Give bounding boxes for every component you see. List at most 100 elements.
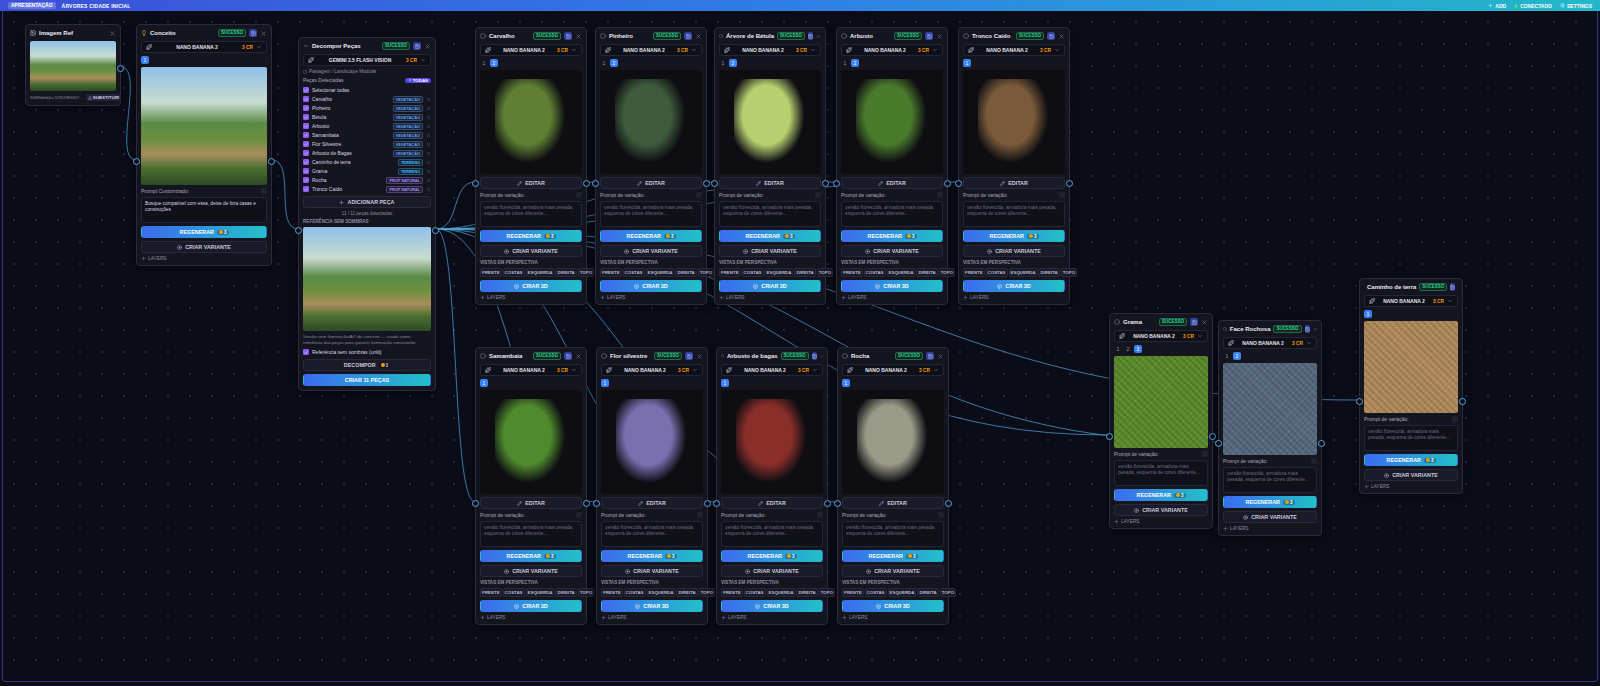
- version-tab[interactable]: 1: [480, 379, 488, 387]
- create-pieces-button[interactable]: CRIAR 11 PEÇAS: [303, 374, 431, 386]
- create-variant-button[interactable]: CRIAR VARIANTE: [1364, 469, 1458, 481]
- input-port[interactable]: [833, 180, 840, 187]
- view-button[interactable]: FRENTE: [841, 268, 863, 277]
- output-port[interactable]: [824, 500, 831, 507]
- prompt-input[interactable]: versão florescida, armadura mais pesada,…: [719, 201, 821, 227]
- layers-link[interactable]: LAYERS: [963, 295, 1065, 300]
- close-icon[interactable]: [936, 33, 943, 40]
- input-port[interactable]: [711, 180, 718, 187]
- close-icon[interactable]: [820, 353, 823, 360]
- checkbox[interactable]: [303, 150, 309, 156]
- create-variant-button[interactable]: CRIAR VARIANTE: [601, 565, 703, 577]
- create-variant-button[interactable]: CRIAR VARIANTE: [1114, 504, 1208, 516]
- piece-row[interactable]: Tronco CaídoPROP NATURAL: [303, 185, 431, 193]
- expand-icon[interactable]: [815, 192, 821, 198]
- view-button[interactable]: ESQUERDA: [765, 268, 794, 277]
- preview-button[interactable]: [808, 32, 813, 40]
- regenerate-button[interactable]: REGENERAR3: [1114, 489, 1208, 501]
- edit-button[interactable]: EDITAR: [719, 177, 821, 189]
- version-tab[interactable]: 1: [842, 379, 850, 387]
- unlit-option[interactable]: Referência sem sombras (unlit): [303, 348, 431, 356]
- view-button[interactable]: COSTAS: [986, 268, 1008, 277]
- preview-button[interactable]: [925, 32, 933, 40]
- piece-node[interactable]: RochaSUCESSONANO BANANA 23 CR1EDITARProm…: [837, 347, 949, 625]
- version-tab[interactable]: 1: [1223, 352, 1231, 360]
- output-port[interactable]: [944, 180, 951, 187]
- view-button[interactable]: TOPO: [819, 588, 835, 597]
- view-button[interactable]: ESQUERDA: [646, 268, 675, 277]
- create-3d-button[interactable]: CRIAR 3D: [841, 280, 943, 292]
- top-action[interactable]: SETTINGS: [1560, 3, 1592, 9]
- view-button[interactable]: COSTAS: [742, 268, 764, 277]
- prompt-input[interactable]: versão florescida, armadura mais pesada,…: [600, 201, 702, 227]
- select-all-pill[interactable]: TODAS: [405, 78, 431, 83]
- version-tab[interactable]: 1: [721, 379, 729, 387]
- select-icon[interactable]: [600, 33, 606, 39]
- model-select[interactable]: NANO BANANA 23 CR: [719, 44, 821, 56]
- close-icon[interactable]: [424, 43, 431, 50]
- version-tab[interactable]: 2: [851, 59, 859, 67]
- edit-button[interactable]: EDITAR: [841, 177, 943, 189]
- close-icon[interactable]: [1313, 326, 1317, 333]
- select-icon[interactable]: [601, 353, 607, 359]
- select-icon[interactable]: [963, 33, 969, 39]
- input-port[interactable]: [472, 500, 479, 507]
- select-icon[interactable]: [721, 353, 724, 359]
- model-select[interactable]: NANO BANANA 23 CR: [1223, 337, 1317, 349]
- piece-row[interactable]: BétulaVEGETAÇÃO: [303, 113, 431, 121]
- node-header[interactable]: Flor silvestreSUCESSO: [601, 351, 703, 361]
- create-variant-button[interactable]: CRIAR VARIANTE: [841, 245, 943, 257]
- create-variant-button[interactable]: CRIAR VARIANTE: [842, 565, 944, 577]
- version-tab[interactable]: 1: [719, 59, 727, 67]
- layers-link[interactable]: LAYERS: [1114, 519, 1208, 524]
- remove-icon[interactable]: [426, 142, 431, 147]
- prompt-input[interactable]: versão florescida, armadura mais pesada,…: [842, 521, 944, 547]
- create-3d-button[interactable]: CRIAR 3D: [719, 280, 821, 292]
- texture-node[interactable]: Caminho de terraSUCESSONANO BANANA 23 CR…: [1359, 278, 1463, 494]
- input-port[interactable]: [472, 180, 479, 187]
- remove-icon[interactable]: [426, 169, 431, 174]
- preview-button[interactable]: [1305, 325, 1310, 333]
- model-select[interactable]: NANO BANANA 23 CR: [1114, 330, 1208, 342]
- node-header[interactable]: Caminho de terraSUCESSO: [1364, 282, 1458, 292]
- remove-icon[interactable]: [426, 151, 431, 156]
- create-variant-button[interactable]: CRIAR VARIANTE: [719, 245, 821, 257]
- view-button[interactable]: COSTAS: [744, 588, 766, 597]
- create-variant-button[interactable]: CRIAR VARIANTE: [600, 245, 702, 257]
- version-tab[interactable]: 1: [141, 56, 149, 64]
- view-button[interactable]: COSTAS: [624, 588, 646, 597]
- version-tab[interactable]: 2: [610, 59, 618, 67]
- prompt-input[interactable]: versão florescida, armadura mais pesada,…: [721, 521, 823, 547]
- view-button[interactable]: TOPO: [578, 588, 594, 597]
- close-icon[interactable]: [260, 30, 267, 37]
- view-button[interactable]: COSTAS: [864, 268, 886, 277]
- close-icon[interactable]: [937, 353, 944, 360]
- select-all-row[interactable]: Selecionar todas: [303, 86, 431, 94]
- version-tab[interactable]: 1: [480, 59, 488, 67]
- remove-icon[interactable]: [426, 124, 431, 129]
- view-button[interactable]: COSTAS: [503, 268, 525, 277]
- preview-button[interactable]: [564, 352, 572, 360]
- create-3d-button[interactable]: CRIAR 3D: [842, 600, 944, 612]
- output-port[interactable]: [945, 500, 952, 507]
- concept-node[interactable]: ConceitoSUCESSONANO BANANA 23 CR1Prompt …: [136, 24, 272, 266]
- input-port[interactable]: [955, 180, 962, 187]
- layers-link[interactable]: LAYERS: [480, 615, 582, 620]
- close-icon[interactable]: [109, 30, 116, 37]
- view-button[interactable]: ESQUERDA: [767, 588, 796, 597]
- piece-row[interactable]: Arbusto de BagasVEGETAÇÃO: [303, 149, 431, 157]
- create-3d-button[interactable]: CRIAR 3D: [601, 600, 703, 612]
- expand-icon[interactable]: [697, 512, 703, 518]
- remove-icon[interactable]: [426, 160, 431, 165]
- checkbox[interactable]: [303, 87, 309, 93]
- texture-node[interactable]: GramaSUCESSONANO BANANA 23 CR123Prompt d…: [1109, 313, 1213, 529]
- view-button[interactable]: TOPO: [578, 268, 594, 277]
- view-button[interactable]: FRENTE: [600, 268, 622, 277]
- node-header[interactable]: SamambaiaSUCESSO: [480, 351, 582, 361]
- preview-button[interactable]: [812, 352, 817, 360]
- output-port[interactable]: [117, 65, 124, 72]
- view-button[interactable]: DIREITA: [916, 268, 937, 277]
- view-button[interactable]: ESQUERDA: [526, 268, 555, 277]
- node-header[interactable]: Imagem Ref: [30, 28, 116, 38]
- piece-node[interactable]: SamambaiaSUCESSONANO BANANA 23 CR1EDITAR…: [475, 347, 587, 625]
